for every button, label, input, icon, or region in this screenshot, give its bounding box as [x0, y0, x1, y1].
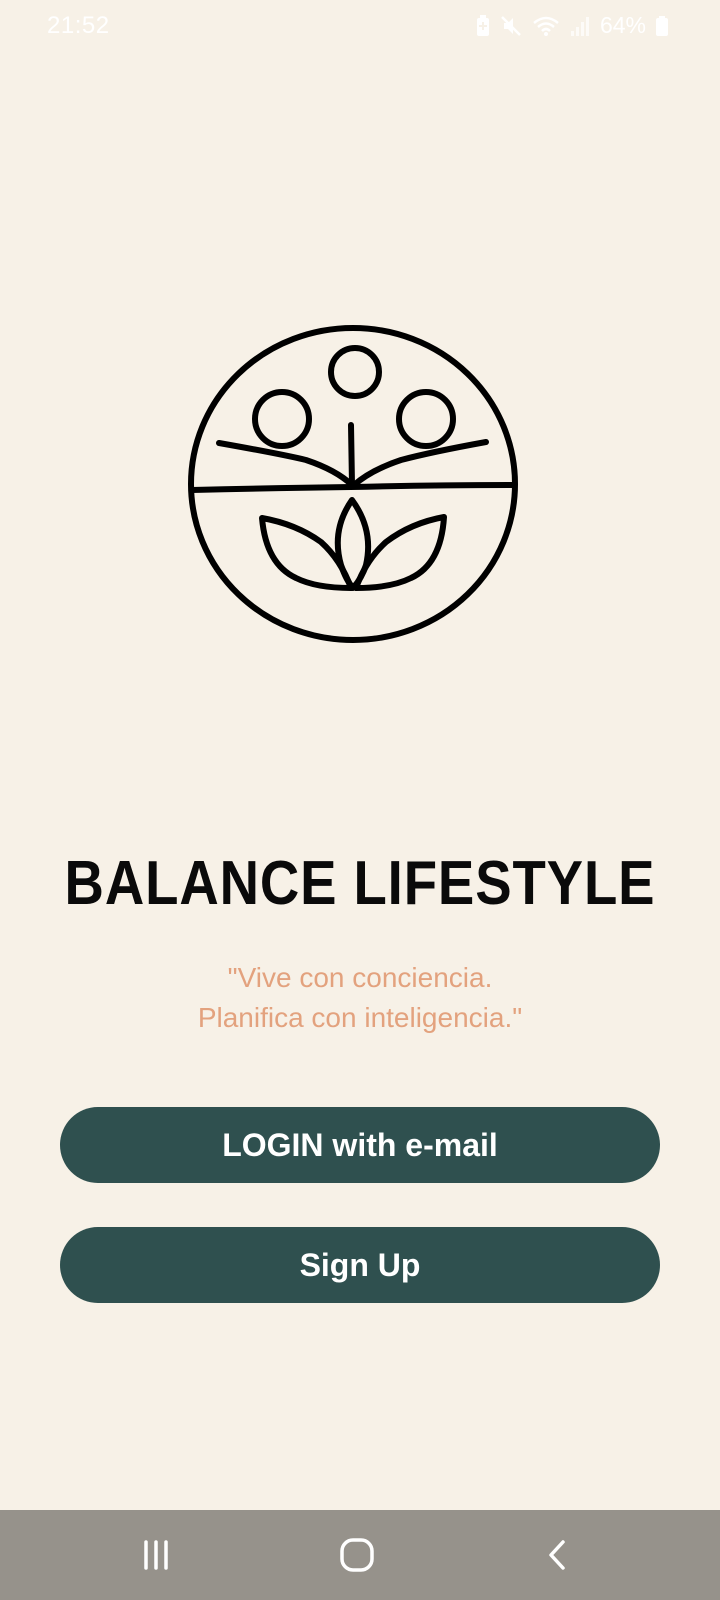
status-icons: 64%	[476, 12, 668, 39]
login-email-button[interactable]: LOGIN with e-mail	[60, 1107, 660, 1183]
signal-icon	[570, 15, 590, 37]
back-icon[interactable]	[498, 1510, 618, 1600]
wifi-icon	[532, 15, 560, 37]
tagline-line-2: Planifica con inteligencia."	[197, 1002, 523, 1033]
sign-up-button[interactable]: Sign Up	[60, 1227, 660, 1303]
battery-icon	[656, 15, 668, 36]
balance-lifestyle-logo-icon	[186, 320, 526, 650]
home-icon[interactable]	[297, 1510, 417, 1600]
navigation-bar	[0, 1510, 720, 1600]
mute-icon	[500, 15, 522, 37]
status-time: 21:52	[47, 12, 110, 39]
battery-percent: 64%	[599, 12, 646, 38]
app-title: BALANCE LIFESTYLE	[64, 849, 656, 918]
recents-icon[interactable]	[96, 1510, 216, 1600]
welcome-screen: 21:52 64% BALANCE LIFESTYLE "Vive con co…	[0, 0, 720, 1600]
tagline-line-1: "Vive con conciencia.	[227, 962, 493, 993]
battery-saver-icon	[476, 14, 490, 37]
status-bar: 21:52 64%	[0, 0, 720, 52]
